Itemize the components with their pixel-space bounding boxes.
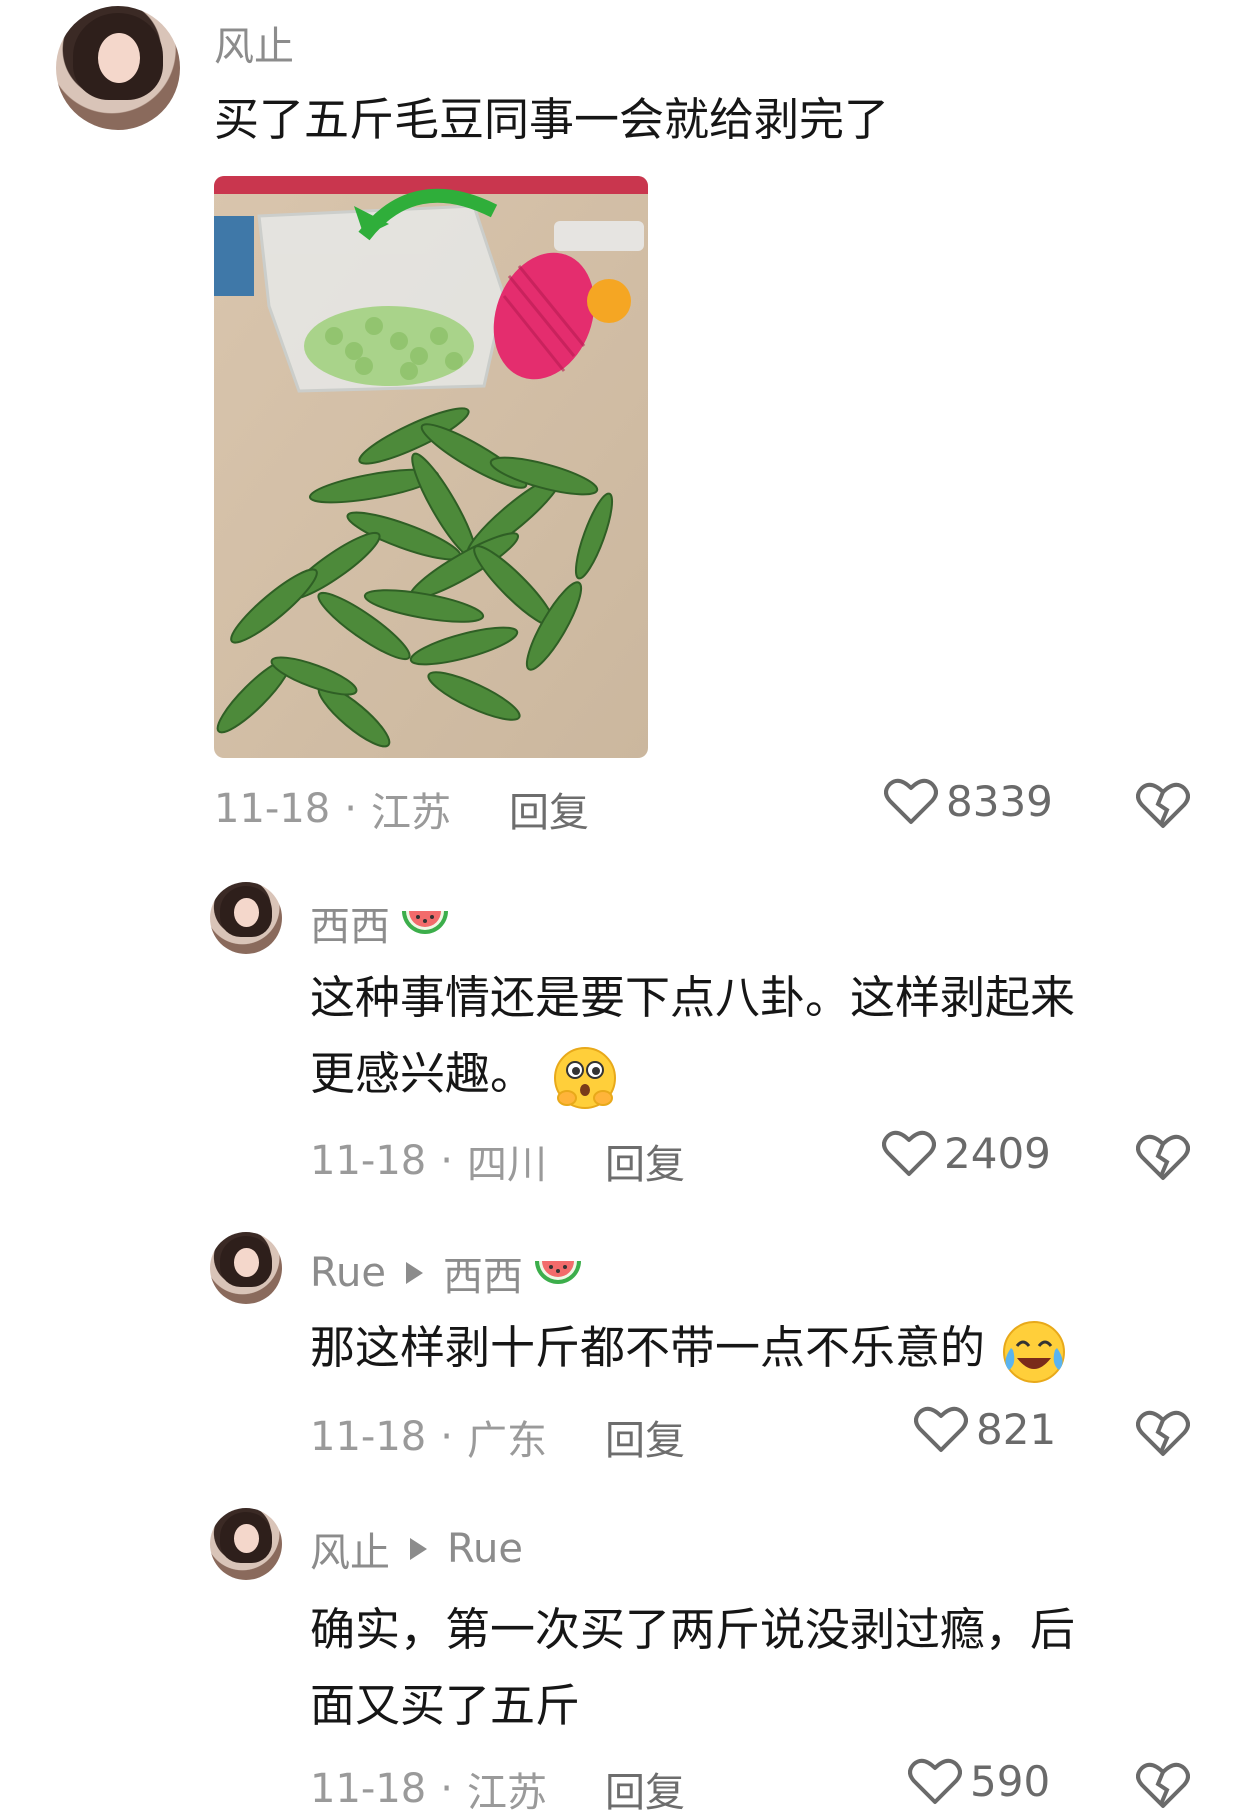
- comment-username[interactable]: 西西: [310, 894, 450, 952]
- like-count: 590: [970, 1756, 1051, 1806]
- like-button[interactable]: 821: [914, 1404, 1056, 1454]
- reply-to-username[interactable]: Rue: [447, 1526, 523, 1572]
- comment-photo[interactable]: [214, 176, 648, 758]
- dislike-icon[interactable]: [1136, 1760, 1190, 1810]
- reply-button[interactable]: 回复: [509, 780, 589, 838]
- avatar[interactable]: [210, 882, 282, 954]
- comment-location: 四川: [466, 1142, 547, 1188]
- reply-arrow-icon: [410, 1538, 427, 1560]
- heart-icon: [914, 1406, 968, 1452]
- watermelon-icon: [534, 1261, 581, 1284]
- comment-text: 这种事情还是要下点八卦。这样剥起来 更感兴趣。: [310, 960, 1210, 1112]
- comment-date: 11-18: [310, 1414, 427, 1460]
- comment-meta: 11-18 · 江苏 回复: [310, 1760, 685, 1818]
- like-button[interactable]: 2409: [882, 1128, 1051, 1178]
- reply-button[interactable]: 回复: [605, 1408, 685, 1466]
- like-button[interactable]: 590: [908, 1756, 1050, 1806]
- comment-date: 11-18: [214, 786, 331, 832]
- comment-text-line: 确实，第一次买了两斤说没剥过瘾，后: [310, 1603, 1076, 1656]
- separator: ·: [344, 786, 357, 832]
- comment-date: 11-18: [310, 1766, 427, 1812]
- comment-meta: 11-18 · 江苏 回复: [214, 780, 589, 838]
- avatar[interactable]: [56, 6, 180, 130]
- comment-text-content: 买了五斤毛豆同事一会就给剥完了: [214, 93, 890, 146]
- comment-location: 江苏: [466, 1770, 547, 1816]
- avatar[interactable]: [210, 1508, 282, 1580]
- dislike-icon[interactable]: [1136, 1408, 1190, 1458]
- crying-laughing-icon: [1003, 1321, 1066, 1383]
- comment-text: 买了五斤毛豆同事一会就给剥完了: [214, 82, 1174, 158]
- comment-text-content: 那这样剥十斤都不带一点不乐意的: [310, 1321, 986, 1374]
- comment-username[interactable]: 风止 Rue: [310, 1520, 523, 1578]
- comment-meta: 11-18 · 广东 回复: [310, 1408, 685, 1466]
- like-count: 821: [976, 1404, 1057, 1454]
- heart-icon: [882, 1130, 936, 1176]
- gossip-face-icon: [554, 1047, 617, 1109]
- dislike-icon[interactable]: [1136, 1132, 1190, 1182]
- username-text[interactable]: 西西: [310, 894, 390, 952]
- username-text[interactable]: 风止: [214, 14, 294, 72]
- reply-arrow-icon: [405, 1262, 423, 1284]
- like-count: 8339: [946, 776, 1053, 826]
- comment-text-content: 更感兴趣。: [310, 1047, 536, 1100]
- comment-username[interactable]: 风止: [214, 14, 294, 72]
- reply-button[interactable]: 回复: [605, 1132, 685, 1190]
- edamame-photo: [214, 176, 648, 758]
- comment-meta: 11-18 · 四川 回复: [310, 1132, 685, 1190]
- avatar[interactable]: [210, 1232, 282, 1304]
- username-text[interactable]: 风止: [310, 1520, 390, 1578]
- separator: ·: [440, 1414, 453, 1460]
- comment-text-line: 更感兴趣。: [310, 1036, 1210, 1112]
- reply-button[interactable]: 回复: [605, 1760, 685, 1818]
- comment-username[interactable]: Rue 西西: [310, 1244, 583, 1302]
- comment-text-line: 面又买了五斤: [310, 1679, 581, 1732]
- separator: ·: [440, 1138, 453, 1184]
- watermelon-icon: [402, 911, 448, 934]
- comment-location: 广东: [466, 1418, 547, 1464]
- comment-location: 江苏: [370, 790, 451, 836]
- separator: ·: [440, 1766, 453, 1812]
- like-button[interactable]: 8339: [884, 776, 1053, 826]
- reply-to-username[interactable]: 西西: [443, 1244, 523, 1302]
- comment-text-line: 这种事情还是要下点八卦。这样剥起来: [310, 971, 1076, 1024]
- username-text[interactable]: Rue: [310, 1250, 386, 1296]
- heart-icon: [884, 778, 938, 824]
- like-count: 2409: [944, 1128, 1051, 1178]
- comment-date: 11-18: [310, 1138, 427, 1184]
- comment-text: 那这样剥十斤都不带一点不乐意的: [310, 1310, 1230, 1386]
- dislike-icon[interactable]: [1136, 780, 1190, 830]
- comment-text: 确实，第一次买了两斤说没剥过瘾，后 面又买了五斤: [310, 1592, 1230, 1744]
- heart-icon: [908, 1758, 962, 1804]
